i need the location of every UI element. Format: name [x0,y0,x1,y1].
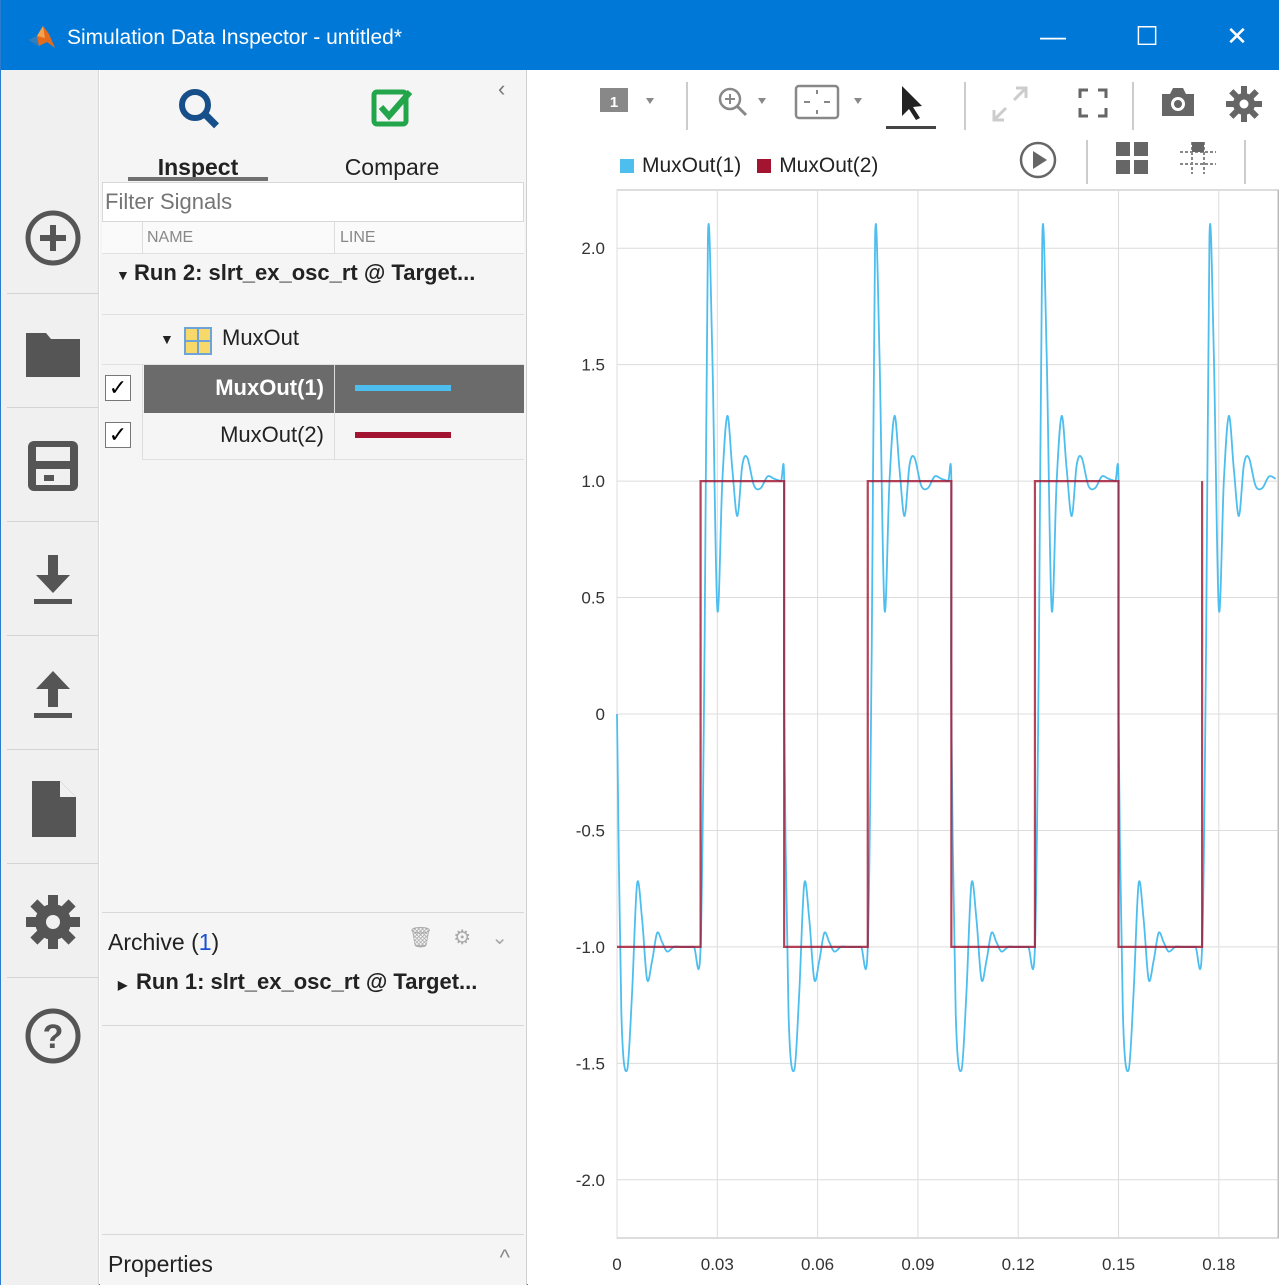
y-tick-label: -1.0 [576,938,605,957]
preferences-button[interactable] [7,866,99,978]
signal-checkbox[interactable]: ✓ [105,422,131,448]
tab-compare-label: Compare [344,154,440,180]
save-button[interactable] [7,410,99,522]
expand-triangle-icon[interactable]: ▼ [116,267,130,283]
y-tick-label: 1.5 [581,356,605,375]
chevron-up-icon[interactable]: ^ [500,1245,510,1271]
x-tick-label: 0 [612,1255,621,1274]
line-color-swatch [355,385,451,391]
name-column-header[interactable]: NAME [147,229,193,247]
archive-label: Archive ( [108,929,199,955]
active-tab-indicator [128,177,268,181]
signal-row[interactable]: ✓ MuxOut(2) [102,412,524,460]
filter-signals-input[interactable] [102,182,524,222]
archive-section: Archive (1) 🗑 ⚙ ⌄ ▶ Run 1: slrt_ex_osc_rt… [102,912,526,1026]
archive-tools: 🗑 ⚙ ⌄ [408,925,508,950]
help-button[interactable]: ? [7,980,99,1092]
checkbox-cell: ✓ [102,412,143,460]
line-style-cell[interactable] [334,365,524,413]
x-tick-label: 0.15 [1102,1255,1135,1274]
x-tick-label: 0.03 [701,1255,734,1274]
y-tick-label: -2.0 [576,1171,605,1190]
y-tick-label: -1.5 [576,1054,605,1073]
matlab-logo-icon [29,26,55,48]
maximize-button[interactable]: ☐ [1127,16,1167,56]
y-tick-label: 0.5 [581,589,605,608]
signal-table-header: NAME LINE [102,222,524,254]
window-title: Simulation Data Inspector - untitled* [67,26,403,49]
close-button[interactable]: ✕ [1217,16,1257,56]
archive-count: 1 [198,929,212,955]
x-tick-label: 0.12 [1002,1255,1035,1274]
chevron-down-icon[interactable]: ⌄ [491,925,508,950]
signal-name: MuxOut(1) [144,365,334,413]
app-window: Simulation Data Inspector - untitled* — … [0,0,1279,1285]
x-tick-label: 0.06 [801,1255,834,1274]
import-icon [34,554,72,604]
run-row-archived[interactable]: ▶ Run 1: slrt_ex_osc_rt @ Target... [104,969,526,1005]
run-label: Run 2: slrt_ex_osc_rt @ Target... [134,260,476,285]
left-toolbar: ? [1,70,99,1285]
maximize-icon: ☐ [1135,20,1159,51]
export-button[interactable] [7,638,99,750]
new-icon [25,210,81,265]
minimize-icon: — [1040,20,1066,51]
properties-label: Properties [108,1251,213,1277]
close-icon: ✕ [1226,20,1248,51]
help-icon: ? [25,1008,81,1064]
tab-compare[interactable]: Compare [322,80,462,190]
trash-icon[interactable]: 🗑 [408,925,433,950]
svg-text:?: ? [43,1018,64,1056]
time-plot[interactable]: 0 0.03 0.06 0.09 0.12 0.15 0.18 2.0 1.5 1.0 0.5 0 -0… [528,70,1279,1285]
signal-group-row[interactable]: ▼ MuxOut [102,314,524,364]
group-label: MuxOut [222,325,300,350]
y-tick-label: 0 [596,705,605,724]
import-button[interactable] [7,524,99,636]
title-bar: Simulation Data Inspector - untitled* — … [1,0,1279,70]
line-column-header[interactable]: LINE [340,229,376,247]
y-tick-label: 1.0 [581,472,605,491]
open-button[interactable] [7,296,99,408]
run-row-current[interactable]: ▼ Run 2: slrt_ex_osc_rt @ Target... [102,260,524,296]
new-session-button[interactable] [7,182,99,294]
settings-gear-icon [26,894,80,949]
y-tick-label: 2.0 [581,239,605,258]
checkbox-cell: ✓ [102,365,143,413]
archive-divider [102,1025,524,1026]
line-style-cell[interactable] [334,412,524,460]
line-color-swatch [355,432,451,438]
archive-header[interactable]: Archive (1) [108,929,219,956]
check-icon [371,89,413,127]
signal-checkbox[interactable]: ✓ [105,375,131,401]
y-tick-label: -0.5 [576,821,605,840]
report-button[interactable] [7,752,99,864]
inspect-panel: Inspect Compare ‹ NAME LINE ▼Run 2: slrt… [100,70,527,1285]
properties-section[interactable]: Properties ^ [102,1234,524,1285]
signal-row[interactable]: ✓ MuxOut(1) [102,364,524,413]
expand-triangle-icon[interactable]: ▶ [118,978,132,992]
report-icon [32,780,76,837]
checkbox-column-header [102,222,143,254]
archived-run-label: Run 1: slrt_ex_osc_rt @ Target... [136,969,478,994]
collapse-panel-icon[interactable]: ‹ [498,76,505,102]
bus-grid-icon [184,327,212,355]
signal-name: MuxOut(2) [220,422,324,447]
save-icon [28,440,78,491]
expand-triangle-icon[interactable]: ▼ [160,331,174,347]
open-folder-icon [26,332,80,377]
tab-inspect[interactable]: Inspect [128,80,268,190]
search-icon [179,89,220,129]
plot-area: 1 MuxOut(1) MuxOut(2) 0 0.03 0.06 0.09 0… [528,70,1279,1285]
gear-icon[interactable]: ⚙ [453,925,471,950]
archive-label-close: ) [211,929,220,955]
column-divider [334,222,335,254]
x-tick-label: 0.09 [901,1255,934,1274]
minimize-button[interactable]: — [1033,16,1073,56]
x-tick-label: 0.18 [1202,1255,1235,1274]
export-icon [34,670,72,718]
